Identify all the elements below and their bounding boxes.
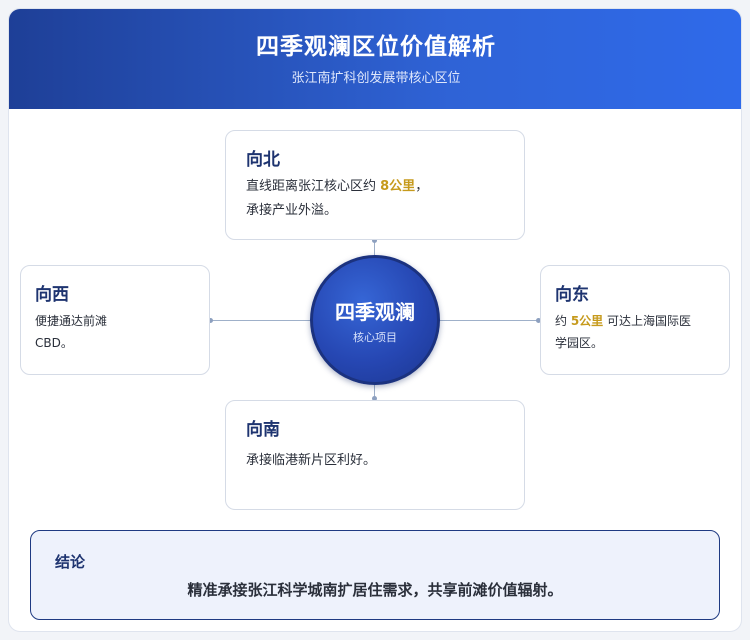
east-description: 约 5公里 可达上海国际医 学园区。 (555, 310, 725, 354)
east-line1-post: 可达上海国际医 (603, 314, 692, 328)
center-subtitle: 核心项目 (353, 331, 397, 344)
conclusion-box: 结论 精准承接张江科学城南扩居住需求，共享前滩价值辐射。 (30, 530, 720, 620)
west-line1: 便捷通达前滩 (35, 314, 108, 328)
south-title: 向南 (246, 420, 280, 440)
page-title: 四季观澜区位价值解析 (256, 34, 496, 60)
conclusion-text: 精准承接张江科学城南扩居住需求，共享前滩价值辐射。 (187, 581, 563, 599)
east-box: 向东 约 5公里 可达上海国际医 学园区。 (540, 265, 730, 375)
page-subtitle: 张江南扩科创发展带核心区位 (291, 71, 461, 86)
west-description: 便捷通达前滩 CBD。 (35, 310, 200, 354)
west-box: 向西 便捷通达前滩 CBD。 (20, 265, 210, 375)
south-box: 向南 承接临港新片区利好。 (225, 400, 525, 510)
conclusion-label: 结论 (55, 553, 86, 571)
connector-east (439, 320, 540, 321)
center-title: 四季观澜 (335, 300, 415, 324)
north-title: 向北 (246, 150, 280, 170)
east-title: 向东 (555, 285, 589, 305)
connector-west (210, 320, 311, 321)
north-line1-pre: 直线距离张江核心区约 (246, 179, 381, 194)
south-line1: 承接临港新片区利好。 (246, 453, 377, 468)
center-node: 四季观澜 核心项目 (310, 255, 440, 385)
east-line1-pre: 约 (555, 314, 571, 328)
north-description: 直线距离张江核心区约 8公里， 承接产业外溢。 (246, 175, 516, 223)
west-line2: CBD。 (35, 336, 73, 350)
north-line2: 承接产业外溢。 (246, 203, 338, 218)
header-banner: 四季观澜区位价值解析 张江南扩科创发展带核心区位 (9, 9, 741, 109)
south-description: 承接临港新片区利好。 (246, 449, 516, 473)
north-box: 向北 直线距离张江核心区约 8公里， 承接产业外溢。 (225, 130, 525, 240)
east-distance: 5公里 (570, 314, 604, 328)
north-distance: 8公里 (380, 179, 416, 194)
east-line2: 学园区。 (555, 336, 604, 350)
west-title: 向西 (35, 285, 69, 305)
north-line1-post: ， (415, 179, 429, 194)
